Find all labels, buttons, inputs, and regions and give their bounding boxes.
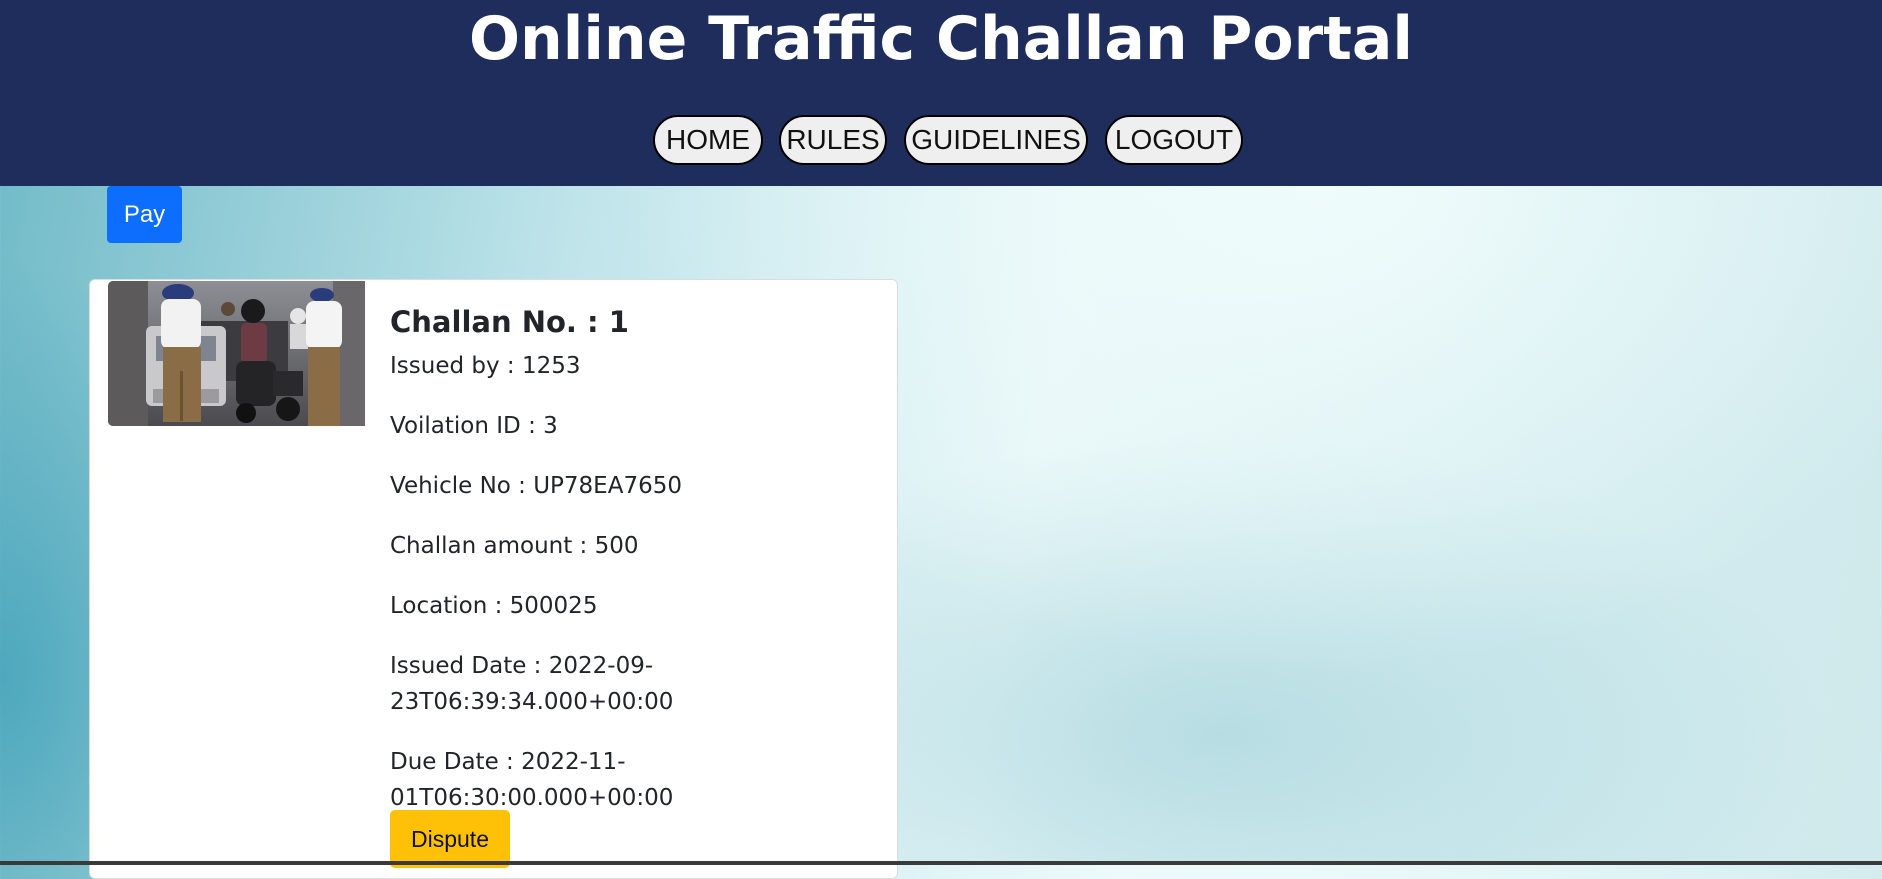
page-title: Online Traffic Challan Portal xyxy=(469,4,1413,74)
challan-card: Challan No. : 1 Issued by : 1253 Voilati… xyxy=(89,279,898,879)
issued-by: Issued by : 1253 xyxy=(390,353,581,379)
site-header: Online Traffic Challan Portal HOME RULES… xyxy=(0,0,1882,186)
challan-details: Challan No. : 1 Issued by : 1253 Voilati… xyxy=(390,302,880,840)
nav-logout-button[interactable]: LOGOUT xyxy=(1105,115,1243,165)
pay-button[interactable]: Pay xyxy=(107,186,182,243)
location: Location : 500025 xyxy=(390,593,598,619)
nav-home-button[interactable]: HOME xyxy=(653,115,763,165)
violation-id: Voilation ID : 3 xyxy=(390,413,558,439)
dispute-button[interactable]: Dispute xyxy=(390,810,510,868)
vehicle-number: Vehicle No : UP78EA7650 xyxy=(390,473,682,499)
nav-rules-button[interactable]: RULES xyxy=(779,115,887,165)
challan-number: Challan No. : 1 xyxy=(390,305,629,339)
issued-date: Issued Date : 2022-09-23T06:39:34.000+00… xyxy=(390,653,674,715)
main-nav: HOME RULES GUIDELINES LOGOUT xyxy=(0,115,1882,169)
due-date: Due Date : 2022-11-01T06:30:00.000+00:00 xyxy=(390,749,674,811)
challan-amount: Challan amount : 500 xyxy=(390,533,639,559)
traffic-police-photo xyxy=(108,281,365,426)
nav-guidelines-button[interactable]: GUIDELINES xyxy=(904,115,1088,165)
taskbar-edge xyxy=(0,861,1882,865)
traffic-police-photo-icon xyxy=(108,281,365,426)
